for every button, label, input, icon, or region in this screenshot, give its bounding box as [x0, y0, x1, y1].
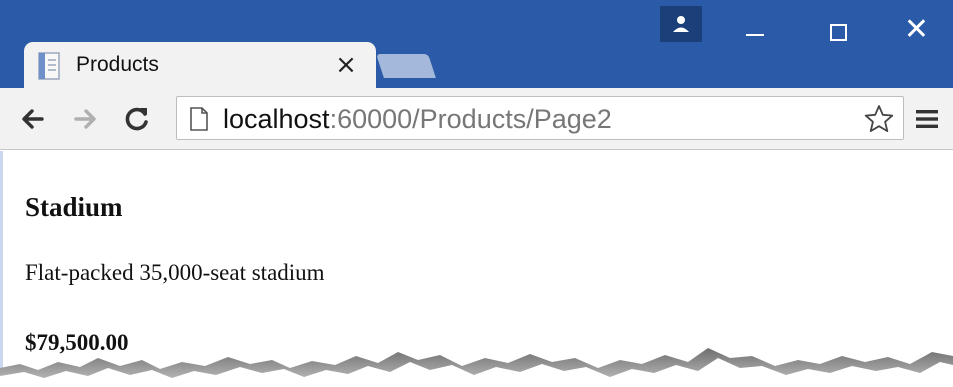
- page-favicon-icon: [38, 52, 60, 80]
- back-button[interactable]: [12, 98, 54, 140]
- browser-toolbar: localhost:60000/Products/Page2: [0, 88, 953, 150]
- star-icon[interactable]: [863, 103, 895, 135]
- product-description: Flat-packed 35,000-seat stadium: [25, 260, 325, 285]
- back-arrow-icon: [22, 109, 44, 129]
- profile-icon: [673, 16, 689, 32]
- close-icon[interactable]: ×: [332, 51, 360, 79]
- minimize-icon: [746, 34, 764, 36]
- url-text: localhost:60000/Products/Page2: [223, 104, 612, 134]
- page-icon: [190, 107, 208, 131]
- title-bar: Products × ✕: [0, 0, 953, 88]
- tab-products[interactable]: Products ×: [24, 42, 376, 88]
- product-name: Stadium: [25, 192, 123, 222]
- new-tab-button[interactable]: [376, 54, 436, 78]
- maximize-icon: [830, 24, 847, 41]
- profile-button[interactable]: [660, 6, 702, 42]
- forward-button[interactable]: [64, 98, 106, 140]
- url-host: localhost: [223, 104, 330, 134]
- forward-arrow-icon: [74, 109, 96, 129]
- browser-window: Products × ✕ localhost:60000/Products/Pa…: [0, 0, 953, 387]
- window-close-icon: ✕: [903, 12, 930, 47]
- reload-button[interactable]: [116, 98, 158, 140]
- url-path: :60000/Products/Page2: [329, 104, 612, 134]
- maximize-button[interactable]: [800, 0, 878, 58]
- page-content: Stadium Flat-packed 35,000-seat stadium …: [0, 151, 953, 387]
- minimize-button[interactable]: [716, 0, 794, 58]
- product-price: $79,500.00: [25, 330, 129, 355]
- tab-title: Products: [76, 53, 159, 76]
- address-bar[interactable]: localhost:60000/Products/Page2: [176, 96, 904, 140]
- reload-icon: [125, 107, 148, 131]
- menu-icon[interactable]: [912, 104, 944, 134]
- window-close-button[interactable]: ✕: [880, 0, 953, 58]
